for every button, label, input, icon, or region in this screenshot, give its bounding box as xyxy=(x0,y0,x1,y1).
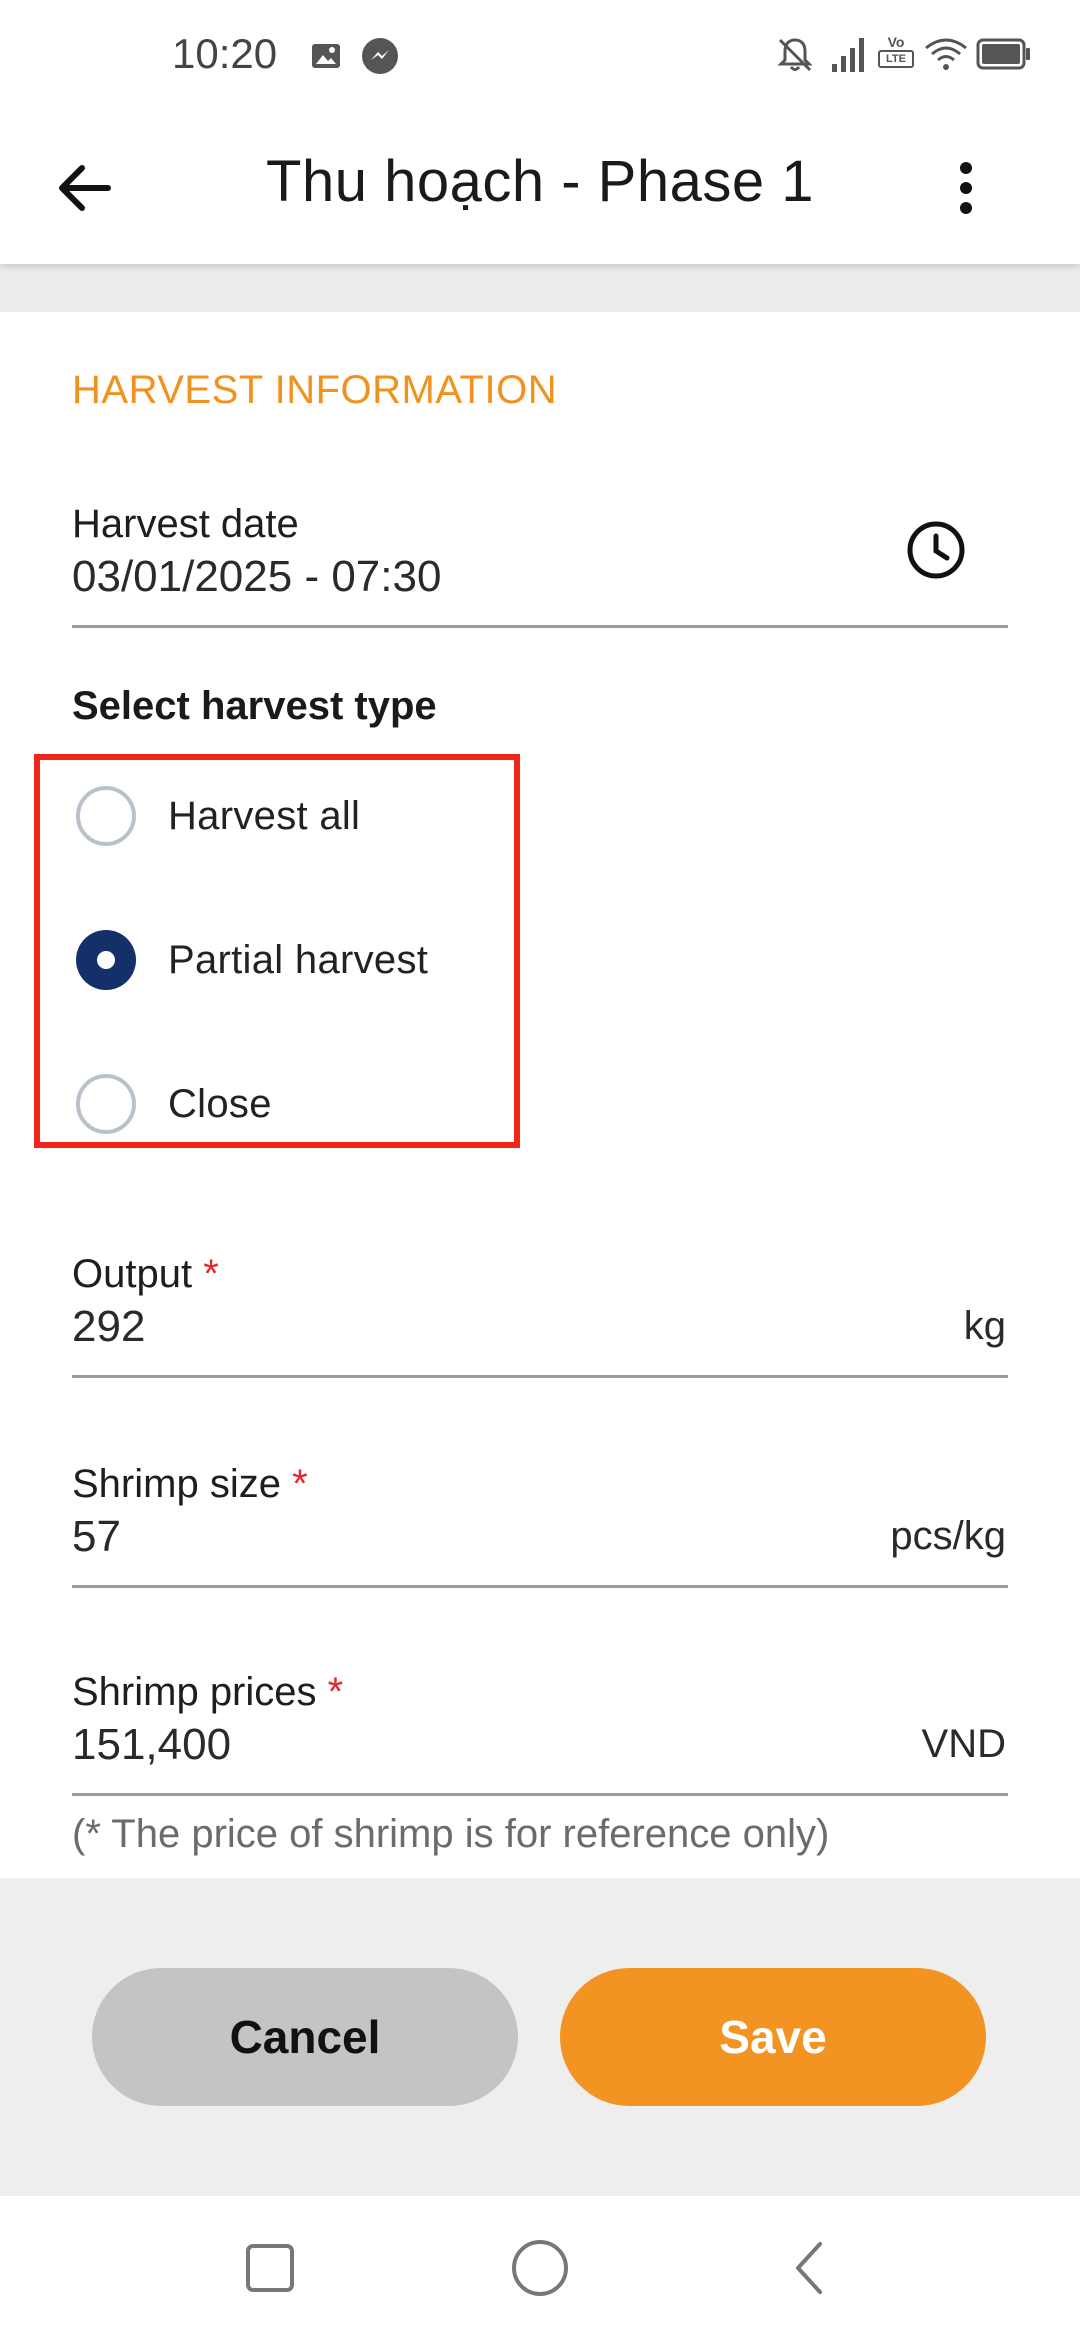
radio-label: Partial harvest xyxy=(168,937,429,982)
app-bar: Thu hoạch - Phase 1 xyxy=(0,112,1080,264)
back-nav-button[interactable] xyxy=(778,2236,842,2300)
shrimp-prices-unit: VND xyxy=(921,1722,1006,1766)
price-note: (* The price of shrimp is for reference … xyxy=(72,1812,830,1856)
shrimp-prices-value: 151,400 xyxy=(72,1720,232,1769)
radio-option-harvest-all[interactable]: Harvest all xyxy=(76,780,360,852)
shrimp-size-label-text: Shrimp size xyxy=(72,1462,281,1506)
messenger-icon xyxy=(362,38,398,74)
clock-icon xyxy=(907,521,965,579)
action-bar: Cancel Save xyxy=(0,1878,1080,2196)
shrimp-prices-label: Shrimp prices * xyxy=(72,1670,343,1715)
output-value: 292 xyxy=(72,1302,146,1351)
separator xyxy=(0,264,1080,312)
chevron-left-icon xyxy=(796,2242,822,2294)
radio-button[interactable] xyxy=(76,1074,136,1134)
shrimp-prices-field[interactable]: Shrimp prices * 151,400 VND xyxy=(72,1670,1008,1796)
system-nav-bar xyxy=(0,2196,1080,2340)
output-field[interactable]: Output * 292 kg xyxy=(72,1252,1008,1378)
output-label-text: Output xyxy=(72,1252,193,1296)
radio-label: Close xyxy=(168,1081,272,1126)
output-label: Output * xyxy=(72,1252,219,1297)
required-mark: * xyxy=(203,1252,219,1296)
page-title: Thu hoạch - Phase 1 xyxy=(266,149,814,214)
harvest-date-value: 03/01/2025 - 07:30 xyxy=(72,552,442,601)
circle-icon xyxy=(512,2240,568,2296)
shrimp-size-label: Shrimp size * xyxy=(72,1462,308,1507)
image-icon xyxy=(312,44,340,68)
square-icon xyxy=(246,2244,294,2292)
clock-button[interactable] xyxy=(904,518,968,582)
shrimp-size-unit: pcs/kg xyxy=(890,1514,1006,1558)
output-unit: kg xyxy=(963,1304,1006,1348)
status-bar: 10:20 Vo LTE xyxy=(0,0,1080,112)
required-mark: * xyxy=(292,1462,308,1506)
harvest-date-field[interactable]: Harvest date 03/01/2025 - 07:30 xyxy=(72,502,1008,628)
harvest-type-heading: Select harvest type xyxy=(72,684,437,728)
radio-label: Harvest all xyxy=(168,793,361,838)
radio-option-close[interactable]: Close xyxy=(76,1068,272,1140)
shrimp-prices-label-text: Shrimp prices xyxy=(72,1670,317,1714)
save-button[interactable]: Save xyxy=(560,1968,986,2106)
more-options-button[interactable] xyxy=(940,152,992,224)
recents-button[interactable] xyxy=(238,2236,302,2300)
more-vert-icon xyxy=(960,162,972,214)
status-time: 10:20 xyxy=(172,30,278,77)
harvest-date-label: Harvest date xyxy=(72,502,299,546)
radio-option-partial-harvest[interactable]: Partial harvest xyxy=(76,924,428,996)
shrimp-size-field[interactable]: Shrimp size * 57 pcs/kg xyxy=(72,1462,1008,1588)
harvest-form: HARVEST INFORMATION Harvest date 03/01/2… xyxy=(0,312,1080,1878)
home-button[interactable] xyxy=(508,2236,572,2300)
bell-off-icon xyxy=(777,38,813,72)
shrimp-size-value: 57 xyxy=(72,1512,121,1561)
required-mark: * xyxy=(327,1670,344,1714)
radio-button[interactable] xyxy=(76,786,136,846)
section-title: HARVEST INFORMATION xyxy=(72,368,558,412)
cancel-button[interactable]: Cancel xyxy=(92,1968,518,2106)
radio-button-checked[interactable] xyxy=(76,930,136,990)
signal-icon xyxy=(832,38,864,72)
volte-icon: Vo LTE xyxy=(878,34,914,76)
battery-icon xyxy=(976,38,1030,70)
wifi-icon xyxy=(925,38,967,70)
